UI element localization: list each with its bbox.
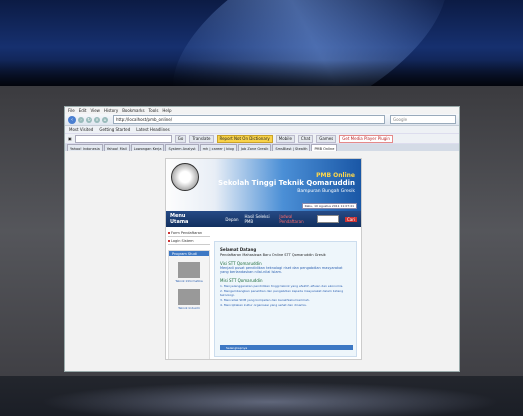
site-search-input[interactable] <box>317 215 339 223</box>
college-logo-icon <box>171 163 199 191</box>
sidebar-item-label: Form Pendaftaran <box>171 230 203 235</box>
reload-icon[interactable]: ↻ <box>86 116 92 123</box>
program-studi-title: Program Studi <box>169 251 209 256</box>
address-url: http://localhost/pmb_online/ <box>116 117 173 122</box>
nav-hasil-seleksi[interactable]: Hasil Seleksi PMB <box>245 214 274 224</box>
sidebar-item-login[interactable]: Login Sistem <box>168 237 210 245</box>
left-sidebar: Form Pendaftaran Login Sistem Program St… <box>168 229 210 359</box>
menu-help[interactable]: Help <box>162 108 171 113</box>
chat-button[interactable]: Chat <box>297 134 314 143</box>
stop-icon[interactable]: × <box>94 116 100 123</box>
toolbar-logo-icon: ▣ <box>68 136 72 141</box>
address-bar[interactable]: http://localhost/pmb_online/ <box>113 115 385 124</box>
bullet-icon <box>168 231 170 234</box>
mobile-button[interactable]: Mobile <box>275 134 295 143</box>
banner-college-name: Sekolah Tinggi Teknik Qomaruddin <box>218 179 355 187</box>
search-input[interactable]: Google <box>390 115 456 124</box>
misi-heading: Misi STT Qomaruddin <box>220 278 263 283</box>
translate-button[interactable]: Translate <box>189 134 214 143</box>
bookmarks-bar: Most Visited Getting Started Latest Head… <box>65 126 459 133</box>
page-viewport: PMB Online Sekolah Tinggi Teknik Qomarud… <box>65 151 459 371</box>
games-button[interactable]: Games <box>316 134 337 143</box>
menu-history[interactable]: History <box>104 108 118 113</box>
addon-toolbar: ▣ Go Translate Report Not On Dictionary … <box>65 133 459 144</box>
menu-view[interactable]: View <box>90 108 100 113</box>
media-player-plugin-button[interactable]: Get Media Player Plugin <box>339 134 393 143</box>
misi-item: 2. Mengembangkan penelitian dan pengabdi… <box>220 289 344 297</box>
banner-address: Bampuran Bungah Gresik <box>297 189 355 194</box>
sidebar-item-form[interactable]: Form Pendaftaran <box>168 229 210 237</box>
site-banner: PMB Online Sekolah Tinggi Teknik Qomarud… <box>166 159 361 211</box>
bookmark-most-visited[interactable]: Most Visited <box>69 127 93 132</box>
menu-tools[interactable]: Tools <box>149 108 159 113</box>
menu-utama-title: Menu Utama <box>170 213 189 225</box>
misi-item: 1. Menyelenggarakan pendidikan tinggi te… <box>220 284 344 288</box>
toolbar-search-input[interactable] <box>74 134 172 143</box>
search-placeholder: Google <box>393 117 408 122</box>
footer-glow <box>40 382 500 416</box>
industri-photo <box>178 289 200 305</box>
nav-jadwal[interactable]: Jadwal Pendaftaran <box>279 214 311 224</box>
visi-text: Menjadi pusat pendidikan teknologi riset… <box>220 266 343 274</box>
browser-navbar: ‹ › ↻ × ⌂ http://localhost/pmb_online/ G… <box>65 114 459 126</box>
industri-caption[interactable]: Teknik Industri <box>169 306 209 310</box>
readmore-bar[interactable]: Selengkapnya <box>220 345 353 350</box>
slide-footer-background <box>0 376 523 416</box>
website: PMB Online Sekolah Tinggi Teknik Qomarud… <box>165 158 362 360</box>
bookmark-latest-headlines[interactable]: Latest Headlines <box>136 127 169 132</box>
cari-button[interactable]: Cari <box>345 216 357 222</box>
menu-edit[interactable]: Edit <box>79 108 87 113</box>
menu-bookmarks[interactable]: Bookmarks <box>122 108 144 113</box>
program-studi-box: Program Studi Teknik Informatika Teknik … <box>168 250 210 359</box>
report-button[interactable]: Report Not On Dictionary <box>216 134 273 143</box>
header-shadow <box>0 60 523 86</box>
home-icon[interactable]: ⌂ <box>102 116 108 123</box>
main-content: Selamat Datang Pendaftaran Mahasiswa Bar… <box>214 241 357 357</box>
site-nav: Menu Utama Depan Hasil Seleksi PMB Jadwa… <box>166 211 361 227</box>
forward-icon[interactable]: › <box>78 116 84 123</box>
slide-header-background <box>0 0 523 86</box>
menu-file[interactable]: File <box>68 108 75 113</box>
informatika-photo <box>178 262 200 278</box>
go-button[interactable]: Go <box>174 134 187 143</box>
bullet-icon <box>168 239 170 242</box>
back-icon[interactable]: ‹ <box>68 115 76 124</box>
misi-item: 3. Mencetak SDM yang kompeten dan berakh… <box>220 298 310 302</box>
banner-pmb-title: PMB Online <box>316 172 355 179</box>
informatika-caption[interactable]: Teknik Informatika <box>169 279 209 283</box>
browser-screenshot: File Edit View History Bookmarks Tools H… <box>64 106 460 372</box>
date-time: Rabu, 10 Agustus 2011 11:07:41 <box>301 203 357 209</box>
welcome-subtitle: Pendaftaran Mahasiswa Baru Online STT Qo… <box>220 253 326 257</box>
browser-menubar: File Edit View History Bookmarks Tools H… <box>65 107 459 114</box>
misi-item: 4. Menciptakan kultur organisasi yang se… <box>220 303 307 307</box>
welcome-title: Selamat Datang <box>220 247 257 252</box>
bookmark-getting-started[interactable]: Getting Started <box>99 127 130 132</box>
nav-depan[interactable]: Depan <box>225 217 238 222</box>
sidebar-item-label: Login Sistem <box>171 238 194 243</box>
